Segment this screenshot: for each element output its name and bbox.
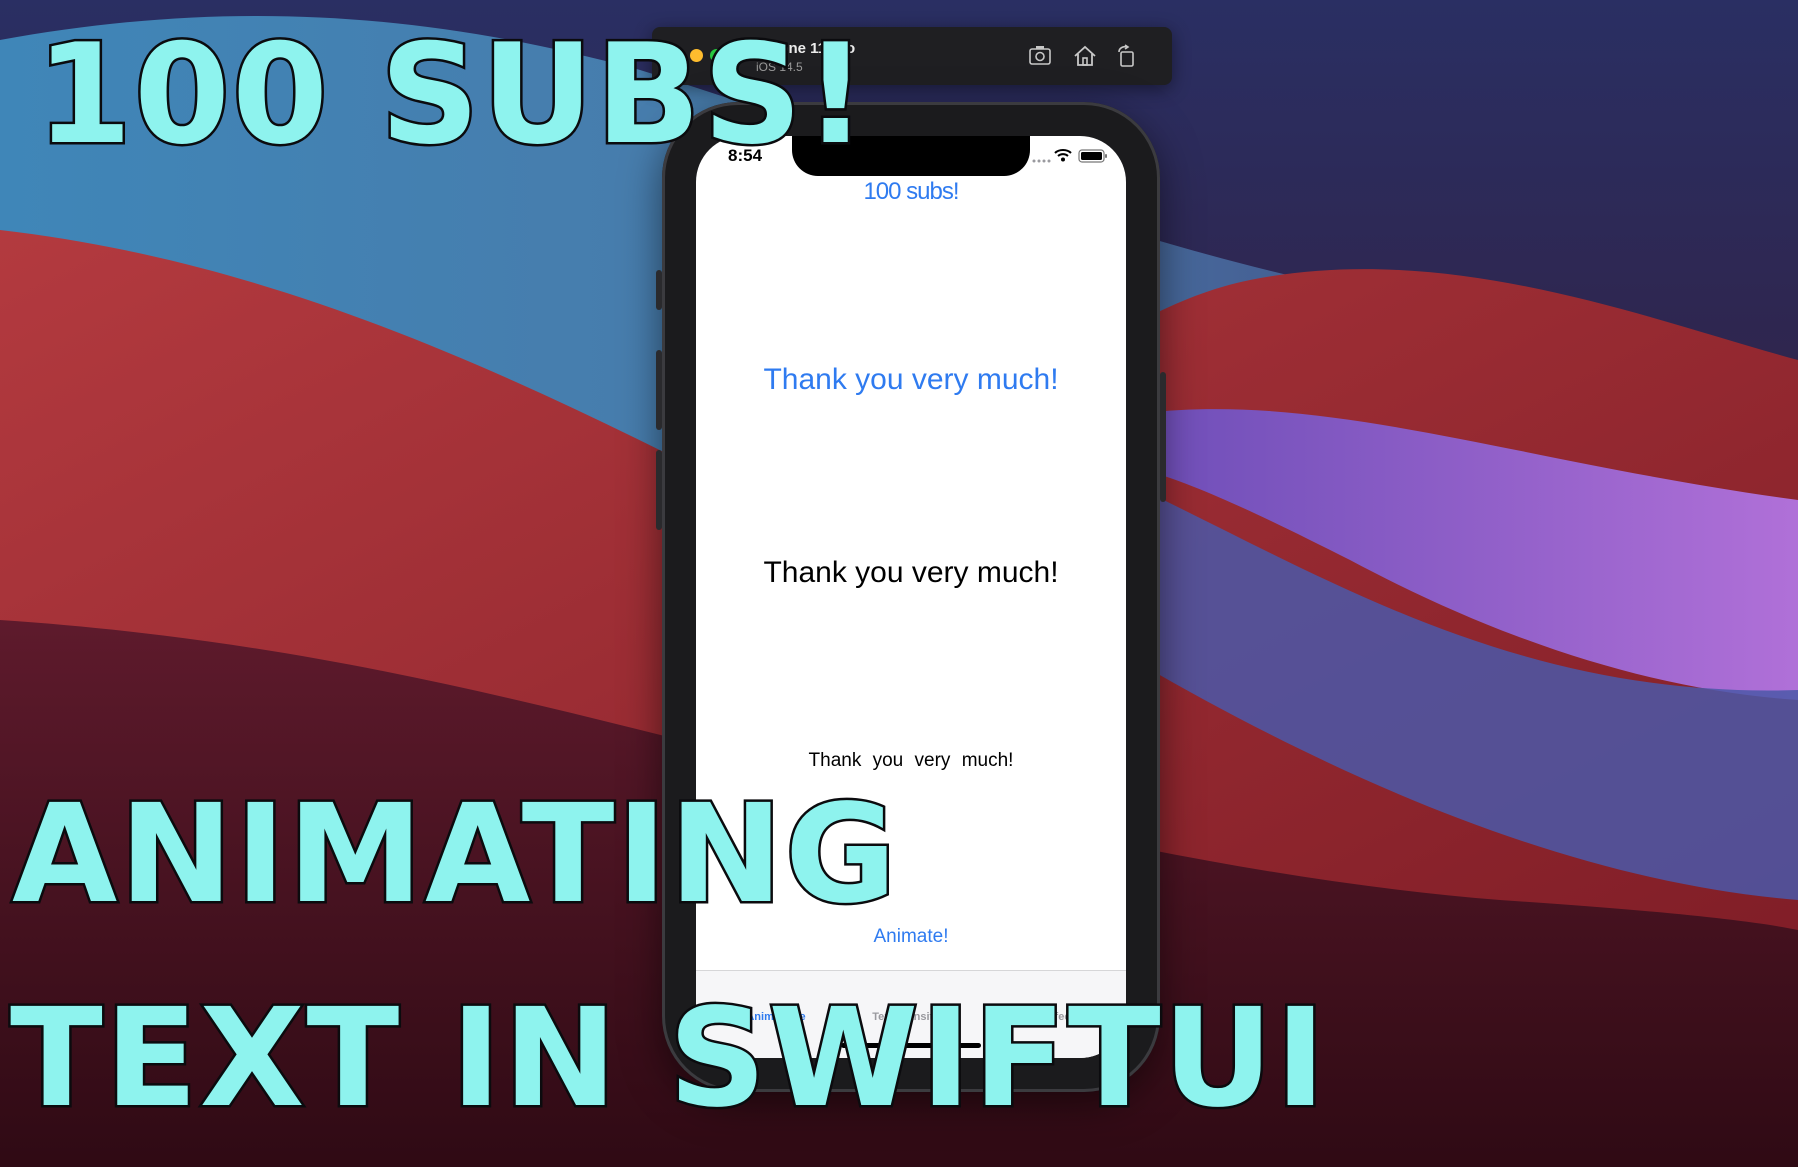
wifi-icon	[1054, 149, 1072, 162]
home-icon[interactable]	[1072, 44, 1098, 68]
thank-you-text-scaled: Thank you very much!	[808, 750, 1014, 771]
power-button[interactable]	[1160, 372, 1166, 502]
overlay-title-middle: ANIMATING	[10, 774, 900, 937]
screenshot-icon[interactable]	[1028, 44, 1054, 68]
thank-you-text-transition: Thank you very much!	[763, 556, 1059, 589]
battery-icon	[1078, 149, 1107, 163]
overlay-title-bottom: TEXT IN SWIFTUI	[8, 978, 1329, 1141]
silent-switch[interactable]	[656, 270, 662, 310]
iphone-simulator: 8:54 100 subs! Thank you very much! Than…	[656, 102, 1166, 1092]
overlay-title-top: 100 SUBS!	[33, 12, 870, 178]
thank-you-text-animated: Thank you very much!	[763, 363, 1059, 396]
navigation-title: 100 subs!	[863, 178, 959, 205]
volume-down-button[interactable]	[656, 450, 662, 530]
rotate-icon[interactable]	[1114, 44, 1140, 68]
volume-up-button[interactable]	[656, 350, 662, 430]
cellular-signal-icon	[1032, 159, 1051, 163]
